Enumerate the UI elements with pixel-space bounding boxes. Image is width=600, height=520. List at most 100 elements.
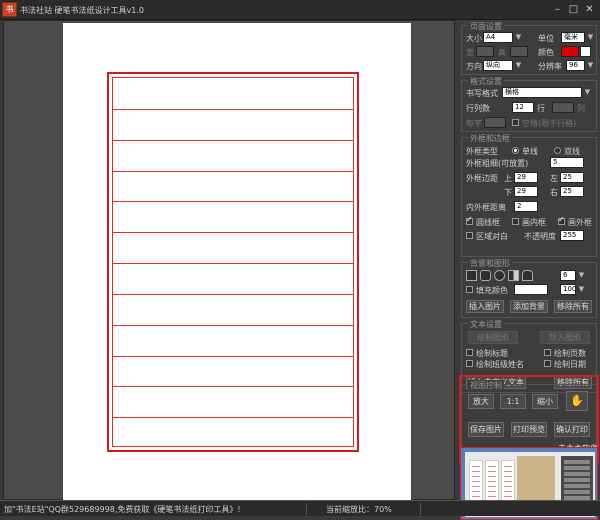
paper-ruled-line: [113, 140, 353, 141]
resolution-select[interactable]: 96: [566, 60, 585, 71]
maximize-button[interactable]: □: [566, 2, 581, 17]
draw-class-label: 绘制班级姓名: [476, 360, 524, 369]
zoom-out-button[interactable]: 缩小: [532, 394, 558, 409]
app-logo-icon: 书: [2, 2, 17, 17]
actual-size-button[interactable]: 1:1: [500, 394, 526, 409]
size-select[interactable]: A4: [483, 32, 513, 43]
draw-date-checkbox[interactable]: [544, 360, 551, 367]
hand-pan-icon[interactable]: ✋: [566, 391, 588, 411]
margin-left-input[interactable]: 25: [560, 172, 584, 183]
opacity-input[interactable]: 255: [560, 230, 584, 241]
paper-ruled-line: [113, 356, 353, 357]
opacity-label: 不透明度: [524, 232, 556, 241]
border-group: 外框和边框 外框类型 单线 双线 外框粗细(可放置) 5 外框边距 上 29 左…: [461, 133, 597, 257]
rows-input[interactable]: 12: [512, 102, 534, 113]
margin-bottom-input[interactable]: 29: [514, 186, 538, 197]
style-dropdown-icon[interactable]: ▼: [583, 87, 592, 98]
background-dropdown-icon[interactable]: ▼: [577, 270, 586, 281]
background-group: 背景和图形 6 ▼ 填充颜色 100 ▼ 插入图片 添加背景 移除所有: [461, 258, 597, 318]
inner-frame-checkbox[interactable]: [512, 218, 519, 225]
thumb-line: [472, 471, 480, 472]
thumb-line: [488, 476, 496, 477]
color-swatch[interactable]: [561, 46, 579, 57]
thumb-line: [504, 471, 512, 472]
rows-unit: 行: [537, 104, 545, 113]
style-select[interactable]: 横格: [502, 87, 582, 98]
fill-dropdown-icon[interactable]: ▼: [577, 284, 586, 295]
thumb-line: [504, 491, 512, 492]
thumb-line: [472, 481, 480, 482]
window-title: 书法社站 硬笔书法纸设计工具v1.0: [20, 6, 144, 15]
margin-label: 外框边距: [466, 174, 498, 183]
word-label: 每字: [466, 119, 482, 128]
close-button[interactable]: ✕: [582, 2, 597, 17]
fill-color-swatch[interactable]: [514, 284, 548, 295]
orientation-dropdown-icon[interactable]: ▼: [514, 60, 523, 71]
height-label: 高: [498, 48, 506, 57]
width-label: 宽: [466, 48, 474, 57]
fill-color-checkbox[interactable]: [466, 286, 473, 293]
fill-value-input[interactable]: 100: [560, 284, 576, 295]
margin-bottom-label: 下: [504, 188, 512, 197]
fill-color-label: 填充颜色: [476, 286, 508, 295]
orientation-select[interactable]: 纵向: [483, 60, 513, 71]
paper-ruled-line: [113, 325, 353, 326]
draw-title-checkbox[interactable]: [466, 349, 473, 356]
draw-class-checkbox[interactable]: [466, 360, 473, 367]
unit-dropdown-icon[interactable]: ▼: [586, 32, 595, 43]
rows-label: 行列数: [466, 104, 490, 113]
border-title: 外框和边框: [468, 133, 512, 144]
square-shape-icon[interactable]: [466, 270, 477, 281]
round-frame-label: 圆线框: [476, 218, 500, 227]
paper-ruled-line: [113, 109, 353, 110]
circle-shape-icon[interactable]: [494, 270, 505, 281]
round-frame-checkbox[interactable]: [466, 215, 473, 225]
minimize-button[interactable]: –: [550, 2, 565, 17]
add-background-button[interactable]: 添加背景: [510, 300, 548, 313]
save-image-button[interactable]: 保存图片: [468, 422, 504, 437]
thumb-page-2: [485, 460, 499, 502]
background-value-input[interactable]: 6: [560, 270, 576, 281]
zoom-status: 当前缩放比：70%: [326, 505, 392, 514]
border-width-input[interactable]: 5: [550, 157, 584, 168]
print-button[interactable]: 确认打印: [554, 422, 590, 437]
resolution-label: 分辨率: [538, 62, 562, 71]
double-line-radio[interactable]: [554, 147, 561, 154]
paper-ruled-line: [113, 171, 353, 172]
print-preview-button[interactable]: 打印预览: [511, 422, 547, 437]
title-bar: 书 书法社站 硬笔书法纸设计工具v1.0 – □ ✕: [0, 0, 600, 20]
orientation-label: 方向: [466, 62, 482, 71]
remove-all-images-button[interactable]: 移除所有: [554, 300, 592, 313]
thumb-line: [472, 496, 480, 497]
size-label: 大小: [466, 34, 482, 43]
thumb-panel-bar: [564, 490, 590, 494]
background-title: 背景和图形: [468, 258, 512, 269]
canvas-workspace[interactable]: [3, 20, 455, 501]
border-type-label: 外框类型: [466, 147, 498, 156]
insert-image-button[interactable]: 插入图片: [466, 300, 504, 313]
single-line-radio[interactable]: [512, 147, 519, 154]
arch-shape-icon[interactable]: [522, 270, 533, 281]
format-group: 格式设置 书写格式 横格 ▼ 行列数 12 行 列 每字 空格(限于行格): [461, 76, 597, 132]
format-title: 格式设置: [468, 76, 504, 87]
half-shape-icon[interactable]: [508, 270, 519, 281]
thumb-panel-bar: [564, 472, 590, 476]
double-line-label: 双线: [564, 147, 580, 156]
outer-frame-checkbox[interactable]: [558, 215, 565, 225]
margin-top-input[interactable]: 29: [514, 172, 538, 183]
view-title: 视图控制: [468, 380, 504, 391]
gap-input[interactable]: 2: [514, 201, 538, 212]
margin-right-input[interactable]: 25: [560, 186, 584, 197]
color-picker-button[interactable]: [580, 46, 591, 57]
thumb-paper: [517, 456, 555, 501]
rounded-shape-icon[interactable]: [480, 270, 491, 281]
paper-ruled-line: [113, 386, 353, 387]
page-setup-group: 页面设置 大小 A4 ▼ 单位 毫米 ▼ 宽 高 颜色 方向 纵向 ▼ 分辨率 …: [461, 21, 597, 75]
area-white-checkbox[interactable]: [466, 232, 473, 239]
draw-page-checkbox[interactable]: [544, 349, 551, 356]
outer-frame-label: 画外框: [568, 218, 592, 227]
unit-select[interactable]: 毫米: [561, 32, 585, 43]
zoom-in-button[interactable]: 放大: [468, 394, 494, 409]
size-dropdown-icon[interactable]: ▼: [514, 32, 523, 43]
resolution-dropdown-icon[interactable]: ▼: [586, 60, 595, 71]
